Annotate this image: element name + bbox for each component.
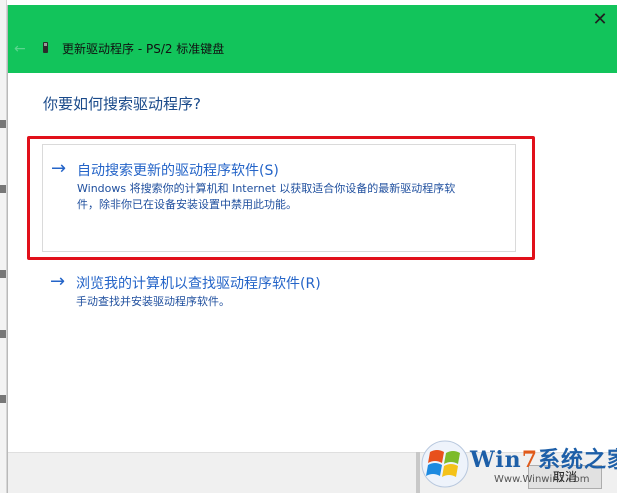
update-driver-dialog: ✕ ← 更新驱动程序 - PS/2 标准键盘 你要如何搜索驱动程序? → 自动搜…: [7, 5, 617, 493]
auto-search-title: 自动搜索更新的驱动程序软件(S): [77, 163, 279, 179]
watermark-brand: Win7系统之家: [470, 447, 617, 473]
background-window-strip: [0, 0, 7, 493]
windows-logo-icon: [421, 440, 469, 488]
back-arrow-icon[interactable]: ←: [14, 41, 26, 57]
title-bar: ✕ ← 更新驱动程序 - PS/2 标准键盘: [8, 5, 617, 73]
arrow-right-icon: →: [51, 158, 67, 179]
watermark-url: Www.Winwin7.com: [494, 474, 590, 485]
search-question-heading: 你要如何搜索驱动程序?: [43, 95, 201, 113]
browse-computer-title: 浏览我的计算机以查找驱动程序软件(R): [76, 276, 321, 292]
window-title: 更新驱动程序 - PS/2 标准键盘: [62, 42, 225, 56]
arrow-right-icon: →: [50, 271, 66, 292]
device-icon: [43, 42, 48, 53]
browse-computer-description: 手动查找并安装驱动程序软件。: [76, 295, 230, 308]
browse-computer-option[interactable]: → 浏览我的计算机以查找驱动程序软件(R) 手动查找并安装驱动程序软件。: [42, 264, 516, 320]
close-button[interactable]: ✕: [588, 9, 612, 33]
auto-search-description: Windows 将搜索你的计算机和 Internet 以获取适合你设备的最新驱动…: [77, 182, 456, 211]
close-icon: ✕: [592, 9, 608, 30]
site-watermark: Win7系统之家 Www.Winwin7.com: [420, 436, 617, 493]
auto-search-option[interactable]: → 自动搜索更新的驱动程序软件(S) Windows 将搜索你的计算机和 Int…: [42, 144, 516, 252]
